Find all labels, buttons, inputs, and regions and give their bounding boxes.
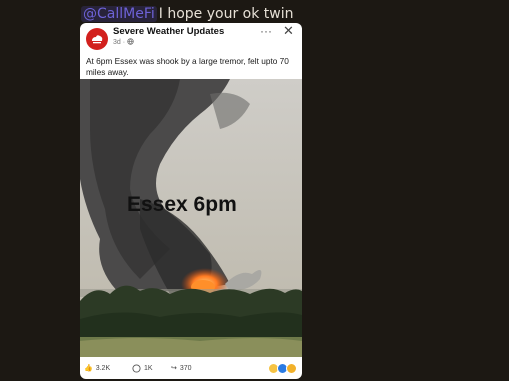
explosion-scene-image bbox=[80, 79, 302, 357]
post-photo: Essex 6pm bbox=[80, 79, 302, 357]
image-caption: Essex 6pm bbox=[127, 193, 237, 216]
post-body: At 6pm Essex was shook by a large tremor… bbox=[86, 56, 289, 77]
globe-icon bbox=[127, 38, 134, 45]
reaction-bar: 👍 3.2K 1K ↪ 370 bbox=[80, 360, 302, 379]
close-icon[interactable]: ✕ bbox=[283, 23, 294, 39]
message-text: I hope your ok twin bbox=[158, 6, 294, 22]
page-name: Severe Weather Updates bbox=[113, 26, 225, 37]
chat-message: @CallMeFi I hope your ok twin bbox=[81, 3, 293, 23]
reaction-emojis bbox=[268, 363, 297, 374]
share-action[interactable]: ↪ 370 bbox=[171, 364, 192, 373]
like-count: 3.2K bbox=[95, 364, 111, 372]
comment-count: 1K bbox=[144, 365, 153, 372]
share-count: 370 bbox=[179, 364, 192, 372]
like-action[interactable]: 👍 3.2K bbox=[84, 364, 111, 373]
post-meta: 3d · bbox=[113, 38, 134, 46]
sad-emoji-icon bbox=[286, 363, 297, 374]
comment-action[interactable]: 1K bbox=[132, 364, 153, 373]
thumbs-up-icon: 👍 bbox=[84, 365, 93, 372]
user-mention[interactable]: @CallMeFi bbox=[81, 6, 157, 22]
post-time: 3d · bbox=[113, 39, 128, 46]
comment-icon bbox=[132, 364, 141, 373]
storm-logo-icon bbox=[92, 35, 103, 44]
more-options-icon[interactable]: ··· bbox=[260, 24, 272, 38]
page-avatar bbox=[86, 28, 108, 50]
facebook-post-screenshot[interactable]: Severe Weather Updates 3d · ··· ✕ At 6pm… bbox=[80, 23, 302, 379]
share-icon: ↪ bbox=[171, 365, 177, 372]
